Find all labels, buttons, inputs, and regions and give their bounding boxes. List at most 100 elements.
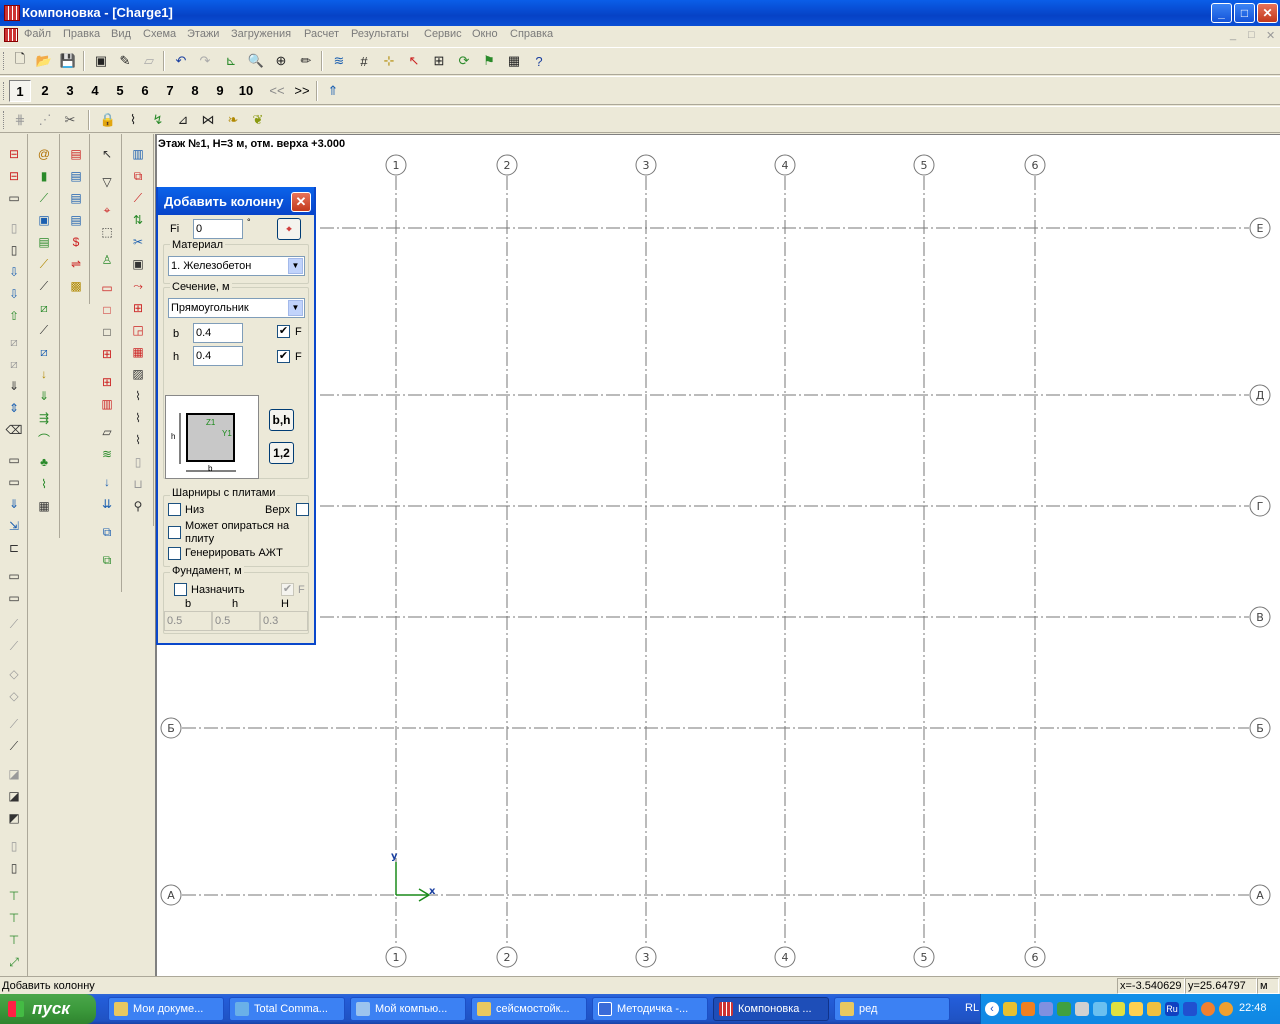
generate-azht-label: Генерировать АЖТ — [185, 547, 283, 559]
computer-icon — [356, 1002, 370, 1016]
material-select[interactable]: 1. Железобетон ▼ — [168, 256, 305, 276]
task-red[interactable]: ред — [834, 997, 950, 1021]
axis-bubble-top-3: 3 — [635, 154, 657, 176]
folder-icon — [840, 1002, 854, 1016]
axis-bubble-right-А: А — [1249, 884, 1271, 906]
axis-bubble-bottom-4: 4 — [774, 946, 796, 968]
status-text: Добавить колонну — [2, 980, 95, 992]
axis-bubble-right-Б: Б — [1249, 717, 1271, 739]
h-f-checkbox[interactable]: ✔ — [277, 350, 290, 363]
foundation-h-input[interactable]: 0.5 — [212, 611, 260, 631]
generate-azht-checkbox[interactable] — [168, 547, 181, 560]
tray-network-icon[interactable] — [1003, 1002, 1017, 1016]
svg-text:Б: Б — [167, 722, 175, 735]
start-label: пуск — [32, 999, 70, 1018]
swap-axes-button[interactable]: 1,2 — [269, 442, 294, 464]
tray-note-icon[interactable] — [1111, 1002, 1125, 1016]
h-label: h — [173, 351, 180, 363]
folder-icon — [477, 1002, 491, 1016]
rest-on-slab-checkbox[interactable] — [168, 526, 181, 539]
svg-text:1: 1 — [393, 951, 400, 964]
status-unit: м — [1257, 978, 1279, 994]
task-label: Методичка -... — [617, 1003, 689, 1015]
axis-bubble-top-2: 2 — [496, 154, 518, 176]
svg-text:5: 5 — [921, 951, 928, 964]
svg-text:2: 2 — [504, 951, 511, 964]
axis-bubble-left-А: А — [160, 884, 182, 906]
tray-av-icon[interactable] — [1219, 1002, 1233, 1016]
hinge-bottom-checkbox[interactable] — [168, 503, 181, 516]
foundation-label: Фундамент, м — [170, 565, 244, 577]
task-komponovka[interactable]: Компоновка ... — [713, 997, 829, 1021]
tray-play-icon[interactable] — [1183, 1002, 1197, 1016]
windows-flag-icon — [8, 1001, 24, 1017]
b-input[interactable]: 0.4 — [193, 323, 243, 343]
foundation-b-input[interactable]: 0.5 — [164, 611, 212, 631]
language-indicator[interactable]: RL — [965, 1002, 979, 1014]
assign-foundation-checkbox[interactable] — [174, 583, 187, 596]
floor-info: Этаж №1, H=3 м, отм. верха +3.000 — [158, 138, 346, 150]
axis-bubble-left-Б: Б — [160, 717, 182, 739]
material-label: Материал — [170, 239, 225, 251]
b-f-checkbox[interactable]: ✔ — [277, 325, 290, 338]
pick-angle-icon[interactable]: ⌖ — [277, 218, 301, 240]
section-select[interactable]: Прямоугольник ▼ — [168, 298, 305, 318]
section-label: Сечение, м — [170, 281, 232, 293]
svg-text:5: 5 — [921, 159, 928, 172]
b-f-label: F — [295, 326, 302, 338]
axis-bubble-bottom-3: 3 — [635, 946, 657, 968]
task-label: Total Comma... — [254, 1003, 328, 1015]
status-x: x=-3.540629 — [1117, 978, 1185, 994]
svg-text:Г: Г — [1257, 500, 1264, 513]
total-commander-icon — [235, 1002, 249, 1016]
tray-app-icon[interactable] — [1021, 1002, 1035, 1016]
section-preview: Z1 Y1 b h — [165, 395, 259, 479]
start-button[interactable]: пуск — [0, 994, 96, 1024]
tray-shield-icon[interactable] — [1057, 1002, 1071, 1016]
dialog-close-button[interactable]: ✕ — [291, 192, 311, 212]
fi-unit: ° — [247, 217, 251, 227]
chevron-down-icon: ▼ — [288, 300, 303, 316]
tray-msg-icon[interactable] — [1129, 1002, 1143, 1016]
axis-bubble-top-4: 4 — [774, 154, 796, 176]
tray-usb-icon[interactable] — [1075, 1002, 1089, 1016]
task-total-commander[interactable]: Total Comma... — [229, 997, 345, 1021]
svg-text:Д: Д — [1256, 389, 1265, 402]
foundation-H-input[interactable]: 0.3 — [260, 611, 308, 631]
assign-foundation-label: Назначить — [191, 584, 245, 596]
tray-firefox-icon[interactable] — [1201, 1002, 1215, 1016]
foundation-f-label: F — [298, 584, 305, 596]
status-y: y=25.64797 — [1185, 978, 1257, 994]
h-f-label: F — [295, 351, 302, 363]
axis-bubble-bottom-2: 2 — [496, 946, 518, 968]
axis-bubble-right-Е: Е — [1249, 217, 1271, 239]
foundation-f-checkbox[interactable]: ✔ — [281, 583, 294, 596]
hinges-label: Шарниры с плитами — [170, 487, 278, 499]
svg-text:4: 4 — [782, 951, 789, 964]
foundation-col-H: H — [281, 598, 289, 610]
word-icon — [598, 1002, 612, 1016]
axis-bubble-bottom-1: 1 — [385, 946, 407, 968]
task-manual[interactable]: Методичка -... — [592, 997, 708, 1021]
task-label: Компоновка ... — [738, 1003, 812, 1015]
tray-monitor-icon[interactable] — [1039, 1002, 1053, 1016]
task-my-computer[interactable]: Мой компью... — [350, 997, 466, 1021]
tray-sigma-icon[interactable] — [1147, 1002, 1161, 1016]
hinge-top-checkbox[interactable] — [296, 503, 309, 516]
fi-label: Fi — [170, 223, 180, 235]
svg-text:А: А — [167, 889, 175, 902]
task-label: Мой компью... — [375, 1003, 448, 1015]
tray-sync-icon[interactable] — [1093, 1002, 1107, 1016]
folder-icon — [114, 1002, 128, 1016]
svg-text:4: 4 — [782, 159, 789, 172]
task-seismic[interactable]: сейсмостойк... — [471, 997, 587, 1021]
tray-keyboard-icon[interactable]: Ru — [1165, 1002, 1179, 1016]
rest-on-slab-label: Может опираться на плиту — [185, 520, 290, 545]
h-input[interactable]: 0.4 — [193, 346, 243, 366]
bh-button[interactable]: b,h — [269, 409, 294, 431]
tray-collapse-icon[interactable]: ‹ — [985, 1002, 999, 1016]
task-my-documents[interactable]: Мои докуме... — [108, 997, 224, 1021]
svg-text:В: В — [1256, 611, 1264, 624]
axis-bubble-top-6: 6 — [1024, 154, 1046, 176]
fi-input[interactable]: 0 — [193, 219, 243, 239]
